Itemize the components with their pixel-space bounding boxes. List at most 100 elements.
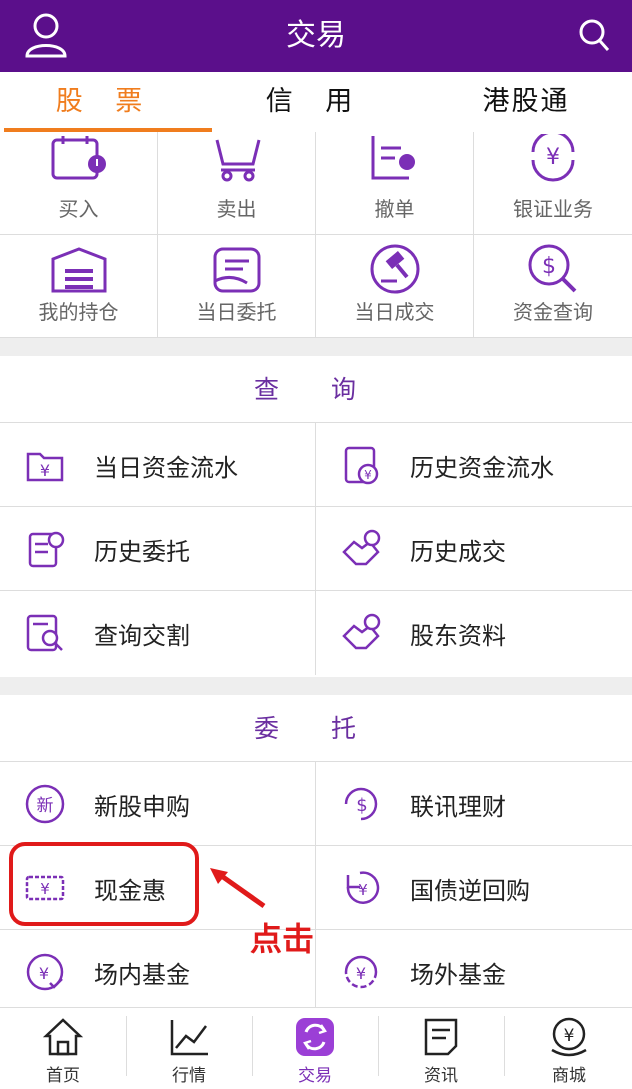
grid-bank-transfer[interactable]: ¥ 银证业务 [474, 132, 632, 235]
grid-label: 资金查询 [513, 300, 593, 324]
query-section: 查 询 ¥ 当日资金流水 ¥ 历史资金流水 历史委托 历史成交 查询交割 股东资… [0, 356, 632, 677]
query-shareholder-info[interactable]: 股东资料 [316, 591, 632, 675]
doc-yen-icon: ¥ [344, 446, 379, 485]
entrust-row: ¥ 场内基金 ¥ 场外基金 [0, 929, 632, 1014]
svg-text:$: $ [356, 795, 367, 816]
svg-text:¥: ¥ [39, 964, 49, 983]
divider [504, 1016, 505, 1076]
nav-trade[interactable]: 交易 [252, 1008, 378, 1089]
new-badge-icon: 新 [25, 784, 65, 824]
item-label: 国债逆回购 [410, 876, 530, 905]
nav-news[interactable]: 资讯 [378, 1008, 504, 1089]
grid-cancel-order[interactable]: 撤单 [316, 132, 474, 235]
item-label: 股东资料 [410, 621, 506, 650]
grid-my-position[interactable]: 我的持仓 [0, 235, 158, 338]
entrust-reverse-repo[interactable]: ¥ 国债逆回购 [316, 846, 632, 930]
highlight-box [9, 842, 199, 926]
query-history-order[interactable]: 历史委托 [0, 507, 315, 591]
entrust-row: 新 新股申购 $ 联讯理财 [0, 761, 632, 846]
grid-today-deal[interactable]: 当日成交 [316, 235, 474, 338]
grid-sell[interactable]: 卖出 [158, 132, 316, 235]
query-row: 查询交割 股东资料 [0, 590, 632, 675]
entrust-wealth-mgmt[interactable]: $ 联讯理财 [316, 762, 632, 846]
item-label: 场外基金 [410, 960, 506, 989]
nav-market[interactable]: 行情 [126, 1008, 252, 1089]
svg-text:¥: ¥ [546, 145, 560, 170]
warehouse-icon [51, 247, 106, 293]
item-label: 历史资金流水 [410, 453, 554, 482]
svg-text:¥: ¥ [358, 881, 368, 899]
svg-text:¥: ¥ [364, 468, 372, 482]
swap-icon [296, 1018, 334, 1056]
chart-line-icon [170, 1020, 208, 1056]
item-label: 当日资金流水 [94, 453, 238, 482]
grid-buy[interactable]: 买入 [0, 132, 158, 235]
quick-action-grid: 买入 卖出 撤单 ¥ 银证业务 我的持仓 当日委托 当日成交 $ 资金查询 [0, 132, 632, 338]
arrow-icon [210, 868, 266, 909]
nav-label: 行情 [172, 1066, 206, 1086]
svg-text:¥: ¥ [356, 964, 366, 983]
grid-fund-query[interactable]: $ 资金查询 [474, 235, 632, 338]
svg-text:$: $ [542, 254, 556, 279]
mall-yen-icon: ¥ [551, 1017, 587, 1057]
doc-search-icon [26, 614, 63, 652]
divider [0, 677, 632, 695]
section-title: 查 询 [254, 375, 378, 404]
query-row: ¥ 当日资金流水 ¥ 历史资金流水 [0, 422, 632, 507]
nav-mall[interactable]: ¥ 商城 [506, 1008, 632, 1089]
entrust-ipo-subscribe[interactable]: 新 新股申购 [0, 762, 315, 846]
item-label: 联讯理财 [410, 792, 506, 821]
news-icon [424, 1018, 458, 1056]
reverse-yen-icon: ¥ [346, 871, 380, 904]
doc-clock-icon [28, 531, 65, 568]
tab-credit[interactable]: 信 用 [210, 72, 420, 132]
dollar-search-icon: $ [528, 244, 577, 293]
search-icon[interactable] [578, 18, 610, 52]
grid-label: 卖出 [216, 197, 257, 221]
section-title: 委 托 [254, 714, 378, 743]
grid-label: 买入 [58, 197, 99, 221]
dollar-refresh-icon: $ [344, 787, 378, 821]
divider [0, 338, 632, 356]
grid-today-order[interactable]: 当日委托 [158, 235, 316, 338]
query-settlement[interactable]: 查询交割 [0, 591, 315, 675]
hand-order-icon [213, 247, 260, 293]
click-annotation: 点击 [250, 920, 315, 958]
handshake-clock-icon [342, 529, 381, 566]
svg-text:¥: ¥ [564, 1026, 575, 1046]
nav-label: 商城 [552, 1066, 586, 1086]
item-label: 查询交割 [94, 621, 190, 650]
entrust-offsite-fund[interactable]: ¥ 场外基金 [316, 930, 632, 1014]
yen-refresh-icon: ¥ [344, 955, 378, 989]
query-row: 历史委托 历史成交 [0, 506, 632, 591]
grid-label: 我的持仓 [38, 300, 119, 324]
folder-yen-icon: ¥ [26, 452, 64, 482]
item-label: 新股申购 [94, 792, 190, 821]
home-icon [42, 1018, 84, 1056]
query-today-flow[interactable]: ¥ 当日资金流水 [0, 423, 315, 507]
calendar-buy-icon [51, 136, 106, 180]
item-label: 历史成交 [410, 537, 506, 566]
page-title: 交易 [286, 18, 346, 53]
bank-transfer-icon: ¥ [531, 134, 575, 182]
query-history-deal[interactable]: 历史成交 [316, 507, 632, 591]
nav-label: 资讯 [424, 1066, 458, 1086]
cart-sell-icon [215, 139, 260, 182]
grid-label: 撤单 [374, 197, 415, 221]
cancel-order-icon [371, 136, 415, 180]
header-bar: 交易 [0, 0, 632, 72]
nav-home[interactable]: 首页 [0, 1008, 126, 1089]
yen-check-icon: ¥ [26, 953, 64, 991]
tab-bar: 股 票 信 用 港股通 [0, 72, 632, 136]
svg-text:¥: ¥ [40, 461, 50, 480]
svg-text:新: 新 [37, 796, 54, 816]
grid-label: 银证业务 [513, 197, 593, 221]
tab-hk-connect[interactable]: 港股通 [420, 72, 632, 132]
nav-label: 首页 [46, 1066, 80, 1086]
tab-stock[interactable]: 股 票 [0, 72, 210, 132]
handshake-clock-icon [342, 613, 381, 650]
query-history-flow[interactable]: ¥ 历史资金流水 [316, 423, 632, 507]
item-label: 历史委托 [94, 537, 190, 566]
grid-label: 当日委托 [196, 300, 277, 324]
item-label: 场内基金 [94, 960, 190, 989]
